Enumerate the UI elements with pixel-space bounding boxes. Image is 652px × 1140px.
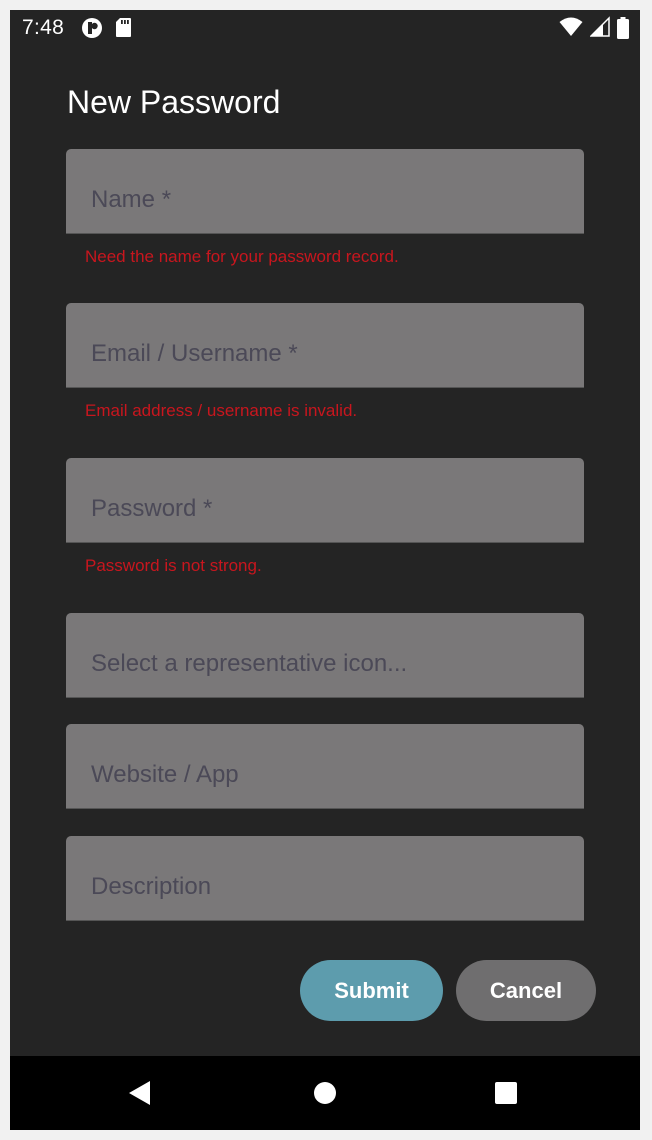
description-field[interactable] <box>66 836 584 921</box>
page-title: New Password <box>67 84 281 120</box>
status-bar: 7:48 <box>10 10 640 48</box>
email-field[interactable] <box>66 303 584 388</box>
name-field[interactable] <box>66 149 584 234</box>
navigation-bar <box>10 1056 640 1130</box>
home-circle-icon <box>314 1082 336 1104</box>
battery-icon <box>617 17 629 39</box>
back-triangle-icon <box>129 1081 150 1105</box>
website-input[interactable] <box>66 724 584 808</box>
sd-card-icon <box>116 18 132 37</box>
icon-select-input[interactable] <box>66 613 584 697</box>
submit-button[interactable]: Submit <box>300 960 443 1021</box>
email-input[interactable] <box>66 303 584 387</box>
password-field[interactable] <box>66 458 584 543</box>
description-input[interactable] <box>66 836 584 920</box>
name-error-text: Need the name for your password record. <box>85 247 399 266</box>
nav-recents-button[interactable] <box>466 1056 546 1130</box>
website-field[interactable] <box>66 724 584 809</box>
app-notification-icon <box>82 18 102 38</box>
email-error-text: Email address / username is invalid. <box>85 401 358 420</box>
status-left-icons <box>81 17 140 41</box>
status-right-icons <box>557 16 630 42</box>
cancel-button[interactable]: Cancel <box>456 960 596 1021</box>
recents-square-icon <box>495 1082 517 1104</box>
password-error-text: Password is not strong. <box>85 556 262 575</box>
name-input[interactable] <box>66 149 584 233</box>
nav-home-button[interactable] <box>285 1056 365 1130</box>
phone-screen: 7:48 New Password Name * Need the name f… <box>10 10 640 1130</box>
nav-back-button[interactable] <box>100 1056 180 1130</box>
icon-select-field[interactable] <box>66 613 584 698</box>
status-time: 7:48 <box>22 16 65 39</box>
cell-signal-icon <box>589 16 610 37</box>
wifi-icon <box>559 17 583 36</box>
password-input[interactable] <box>66 458 584 542</box>
